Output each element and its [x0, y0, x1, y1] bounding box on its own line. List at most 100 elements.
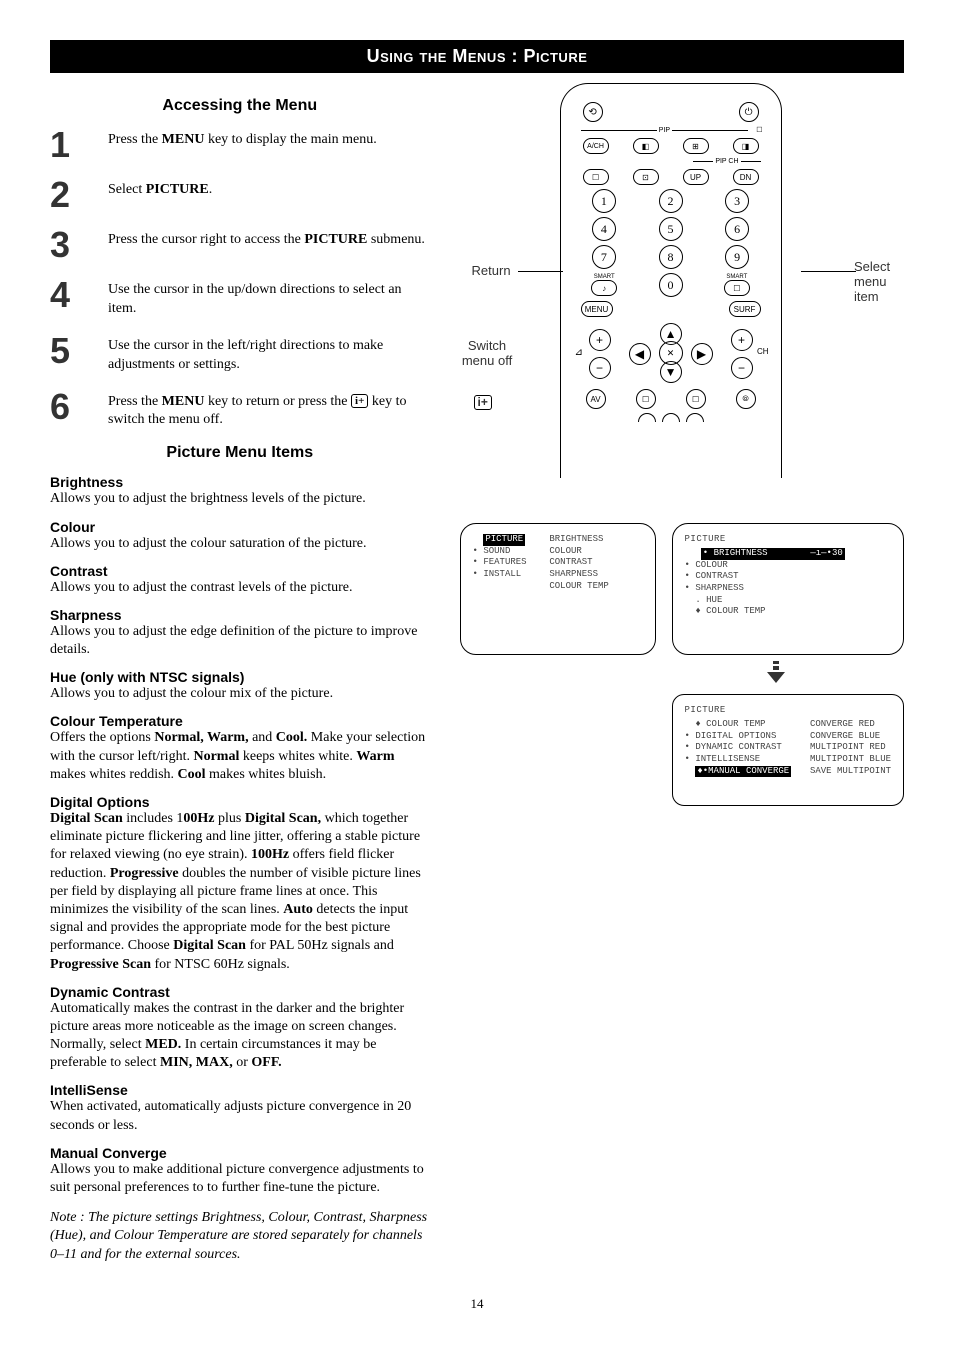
remote-button[interactable]: ◨	[733, 138, 759, 154]
number-5-button[interactable]: 5	[659, 217, 683, 241]
surf-button[interactable]: SURF	[729, 301, 761, 317]
number-6-button[interactable]: 6	[725, 217, 749, 241]
ch-label: CH	[757, 347, 769, 356]
step-number: 5	[50, 333, 90, 369]
osd-item: COLOUR TEMP	[706, 606, 765, 616]
item-heading: Contrast	[50, 563, 430, 579]
item-body: Allows you to adjust the colour mix of t…	[50, 685, 430, 703]
pipch-label: PIP CH	[715, 158, 738, 165]
osd-item: COLOUR TEMP	[706, 719, 765, 729]
accessing-heading: Accessing the Menu	[50, 97, 430, 115]
remote-button[interactable]: ⊞	[683, 138, 709, 154]
osd1-selected: PICTURE	[483, 534, 525, 546]
osd-item: MULTIPOINT BLUE	[799, 754, 891, 766]
osd-item: FEATURES	[473, 557, 527, 569]
item-heading: Brightness	[50, 474, 430, 490]
item-heading: Digital Options	[50, 794, 430, 810]
osd2-title: PICTURE	[685, 534, 891, 544]
item-body: Offers the options Normal, Warm, and Coo…	[50, 729, 430, 784]
item-body: Automatically makes the contrast in the …	[50, 1000, 430, 1073]
osd-item: SOUND	[473, 546, 527, 558]
item-heading: Colour	[50, 519, 430, 535]
label-return: Return	[472, 263, 511, 278]
item-body: Allows you to adjust the edge definition…	[50, 623, 430, 659]
ch-up-button[interactable]: +	[731, 329, 753, 351]
remote-button[interactable]: UP	[683, 169, 709, 185]
number-9-button[interactable]: 9	[725, 245, 749, 269]
remote-button[interactable]: ☐	[686, 389, 706, 409]
step-text: Use the cursor in the left/right directi…	[108, 333, 430, 375]
av-button[interactable]: AV	[586, 389, 606, 409]
osd-item: CONVERGE RED	[799, 719, 891, 731]
step-text: Use the cursor in the up/down directions…	[108, 277, 430, 319]
cursor-right-button[interactable]: ▶	[691, 343, 713, 365]
item-body: Allows you to adjust the contrast levels…	[50, 579, 430, 597]
step-text: Press the cursor right to access the PIC…	[108, 227, 430, 250]
left-column: Accessing the Menu 1 Press the MENU key t…	[50, 83, 430, 1278]
remote-button[interactable]: ☐	[636, 389, 656, 409]
step-text: Select PICTURE.	[108, 177, 430, 200]
remote-button[interactable]: A/CH	[583, 138, 609, 154]
smart-sound-button[interactable]: ☐	[724, 280, 750, 296]
remote-outline: ⟲ ⏻ PIP ☐ A/CH ◧ ⊞ ◨ PIP CH	[560, 83, 782, 478]
osd-item: HUE	[706, 595, 722, 605]
steps-list: 1 Press the MENU key to display the main …	[50, 127, 430, 430]
osd-item: DYNAMIC CONTRAST	[685, 742, 792, 754]
number-8-button[interactable]: 8	[659, 245, 683, 269]
step-number: 3	[50, 227, 90, 263]
step-text: Press the MENU key to display the main m…	[108, 127, 430, 150]
number-2-button[interactable]: 2	[659, 189, 683, 213]
remote-button[interactable]: ☐	[583, 169, 609, 185]
osd-item: COLOUR	[685, 560, 891, 572]
osd3-selected: MANUAL CONVERGE	[708, 766, 789, 776]
item-heading: Hue (only with NTSC signals)	[50, 669, 430, 685]
number-7-button[interactable]: 7	[592, 245, 616, 269]
osd-item: SHARPNESS	[685, 583, 891, 595]
item-body: Allows you to adjust the colour saturati…	[50, 535, 430, 553]
item-body: Allows you to make additional picture co…	[50, 1161, 430, 1197]
cursor-left-button[interactable]: ◀	[629, 343, 651, 365]
power-button[interactable]: ⏻	[739, 102, 759, 122]
osd-item: CONTRAST	[685, 571, 891, 583]
number-1-button[interactable]: 1	[592, 189, 616, 213]
osd-item: SAVE MULTIPOINT	[799, 766, 891, 778]
mute-button[interactable]: ✕	[659, 341, 683, 365]
number-3-button[interactable]: 3	[725, 189, 749, 213]
label-select: Select menu item	[854, 259, 904, 304]
osd-screen-2: PICTURE • BRIGHTNESS —ı—•30 COLOUR CONTR…	[672, 523, 904, 655]
osd-item: COLOUR	[539, 546, 609, 558]
number-0-button[interactable]: 0	[659, 273, 683, 297]
osd-screen-3: PICTURE ♦ COLOUR TEMP DIGITAL OPTIONS DY…	[672, 694, 904, 806]
ch-down-button[interactable]: −	[731, 357, 753, 379]
step-number: 1	[50, 127, 90, 163]
number-4-button[interactable]: 4	[592, 217, 616, 241]
item-body: When activated, automatically adjusts pi…	[50, 1098, 430, 1134]
right-column: Return Select menu item Switch menu off …	[460, 83, 904, 1278]
pip-label: PIP	[659, 127, 670, 134]
down-arrow-icon	[672, 661, 904, 688]
page-banner: Using the Menus : Picture	[50, 40, 904, 73]
osd2-sel-item: BRIGHTNESS	[714, 548, 768, 558]
osd3-title: PICTURE	[685, 705, 891, 715]
osd-item: INTELLISENSE	[685, 754, 792, 766]
osd-item: SHARPNESS	[539, 569, 609, 581]
item-body: Allows you to adjust the brightness leve…	[50, 490, 430, 508]
vol-label: ⊿	[575, 347, 583, 358]
osd-item: COLOUR TEMP	[539, 581, 609, 593]
remote-button[interactable]: DN	[733, 169, 759, 185]
item-heading: Dynamic Contrast	[50, 984, 430, 1000]
remote-button[interactable]: ⟲	[583, 102, 603, 122]
menu-button[interactable]: MENU	[581, 301, 613, 317]
remote-button[interactable]: ⦾	[736, 389, 756, 409]
item-body: Digital Scan includes 100Hz plus Digital…	[50, 810, 430, 974]
remote-button[interactable]: ⊡	[633, 169, 659, 185]
vol-down-button[interactable]: −	[589, 357, 611, 379]
osd-item: BRIGHTNESS	[539, 534, 609, 546]
remote-button[interactable]: ◧	[633, 138, 659, 154]
smart-picture-button[interactable]: ♪	[591, 280, 617, 296]
item-heading: Sharpness	[50, 607, 430, 623]
vol-up-button[interactable]: +	[589, 329, 611, 351]
osd2-sel-value: 30	[832, 548, 843, 558]
remote-diagram: Return Select menu item Switch menu off …	[460, 83, 904, 483]
step-number: 2	[50, 177, 90, 213]
